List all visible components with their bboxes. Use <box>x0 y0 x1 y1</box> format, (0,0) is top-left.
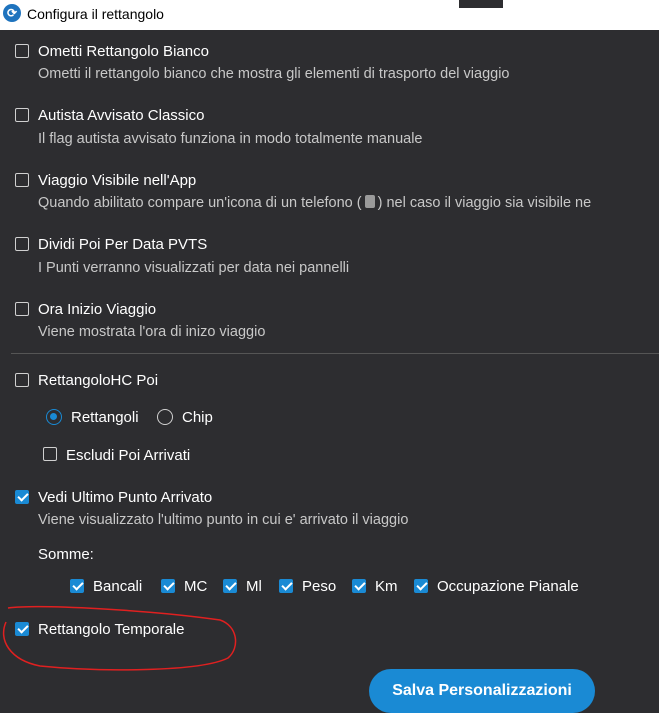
window-title: Configura il rettangolo <box>27 6 164 22</box>
somme-label-peso: Peso <box>302 578 337 595</box>
somme-label-mc: MC <box>184 578 208 595</box>
rettangolo-hc-label: RettangoloHC Poi <box>38 372 159 389</box>
option-desc-viaggio-visibile: Quando abilitato compare un'icona di un … <box>38 195 591 211</box>
title-bar: ⟳ Configura il rettangolo <box>0 0 659 30</box>
rettangolo-hc-checkbox[interactable] <box>15 373 29 387</box>
radio-chip-label[interactable]: Chip <box>182 409 213 426</box>
option-label-viaggio-visibile: Viaggio Visibile nell'App <box>38 172 197 189</box>
option-desc-ora-inizio: Viene mostrata l'ora di inizo viaggio <box>38 324 266 340</box>
desc-text-before: Quando abilitato compare un'icona di un … <box>38 195 362 211</box>
app-icon: ⟳ <box>3 4 21 22</box>
somme-checkbox-ml[interactable] <box>223 579 237 593</box>
option-checkbox-autista[interactable] <box>15 108 29 122</box>
somme-label-occupazione: Occupazione Pianale <box>437 578 579 595</box>
option-checkbox-dividi-poi[interactable] <box>15 237 29 251</box>
section-divider <box>11 353 659 354</box>
title-bar-tab <box>459 0 503 8</box>
option-checkbox-viaggio-visibile[interactable] <box>15 173 29 187</box>
radio-rettangoli-label[interactable]: Rettangoli <box>71 409 139 426</box>
escludi-poi-label: Escludi Poi Arrivati <box>66 447 191 464</box>
option-checkbox-ometti[interactable] <box>15 44 29 58</box>
somme-label-km: Km <box>375 578 398 595</box>
somme-checkbox-occupazione[interactable] <box>414 579 428 593</box>
option-desc-autista: Il flag autista avvisato funziona in mod… <box>38 131 423 147</box>
option-label-ometti: Ometti Rettangolo Bianco <box>38 43 209 60</box>
option-label-ora-inizio: Ora Inizio Viaggio <box>38 301 157 318</box>
option-label-autista: Autista Avvisato Classico <box>38 107 205 124</box>
phone-icon <box>364 195 375 208</box>
somme-label-bancali: Bancali <box>93 578 143 595</box>
somme-label-ml: Ml <box>246 578 262 595</box>
ultimo-punto-label: Vedi Ultimo Punto Arrivato <box>38 489 213 506</box>
option-desc-dividi-poi: I Punti verranno visualizzati per data n… <box>38 260 350 276</box>
option-label-dividi-poi: Dividi Poi Per Data PVTS <box>38 236 208 253</box>
somme-label: Somme: <box>38 546 94 563</box>
red-annotation-ellipse <box>2 606 237 671</box>
save-customizations-button[interactable]: Salva Personalizzazioni <box>369 669 595 713</box>
radio-rettangoli[interactable] <box>46 409 62 425</box>
somme-checkbox-km[interactable] <box>352 579 366 593</box>
somme-checkbox-bancali[interactable] <box>70 579 84 593</box>
option-desc-ometti: Ometti il rettangolo bianco che mostra g… <box>38 66 510 82</box>
radio-chip[interactable] <box>157 409 173 425</box>
somme-checkbox-peso[interactable] <box>279 579 293 593</box>
desc-text-after: ) nel caso il viaggio sia visibile ne <box>377 195 592 211</box>
ultimo-punto-checkbox[interactable] <box>15 490 29 504</box>
ultimo-punto-desc: Viene visualizzato l'ultimo punto in cui… <box>38 512 409 528</box>
escludi-poi-checkbox[interactable] <box>43 447 57 461</box>
somme-checkbox-mc[interactable] <box>161 579 175 593</box>
option-checkbox-ora-inizio[interactable] <box>15 302 29 316</box>
